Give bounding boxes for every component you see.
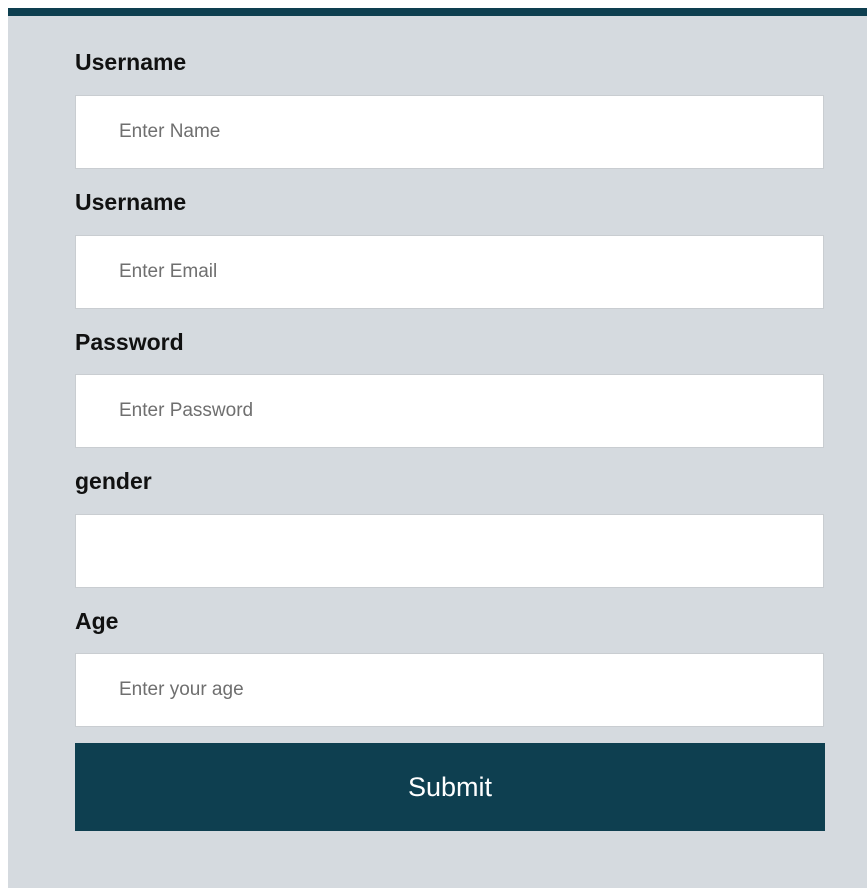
gender-label: gender [75,468,152,494]
gender-input[interactable] [75,514,824,588]
age-label: Age [75,608,119,634]
age-input[interactable] [75,653,824,727]
username-label: Username [75,49,187,75]
password-label: Password [75,329,184,355]
email-username-label: Username [75,189,187,215]
name-input[interactable] [75,95,824,169]
submit-button[interactable]: Submit [75,743,825,831]
password-input[interactable] [75,374,824,448]
email-input[interactable] [75,235,824,309]
